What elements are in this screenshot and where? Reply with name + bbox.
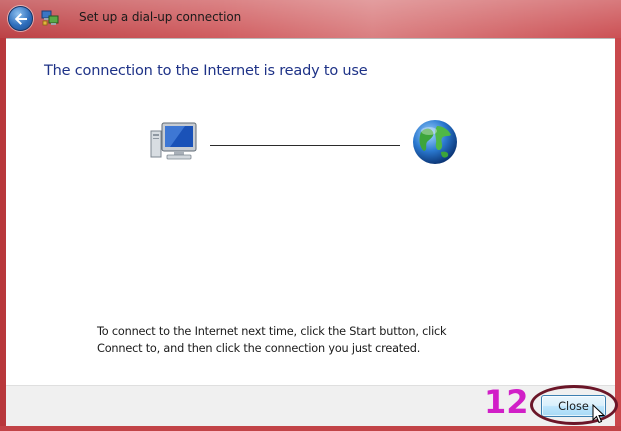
mouse-cursor-icon (592, 404, 606, 424)
network-connection-icon (41, 10, 59, 26)
window-bottom-border (0, 426, 621, 431)
back-button[interactable] (8, 6, 33, 31)
connection-line (210, 145, 400, 146)
window-title: Set up a dial-up connection (79, 10, 242, 24)
globe-icon (413, 120, 457, 164)
back-arrow-icon (14, 13, 27, 25)
page-heading: The connection to the Internet is ready … (44, 63, 368, 79)
instructions-line-1: To connect to the Internet next time, cl… (97, 325, 447, 338)
title-bar: Set up a dial-up connection (0, 0, 621, 38)
computer-icon (150, 122, 197, 160)
wizard-content: The connection to the Internet is ready … (6, 38, 615, 385)
instructions-text: To connect to the Internet next time, cl… (97, 323, 457, 357)
step-annotation: 12 (484, 383, 529, 421)
instructions-line-2: Connect to, and then click the connectio… (97, 342, 421, 355)
